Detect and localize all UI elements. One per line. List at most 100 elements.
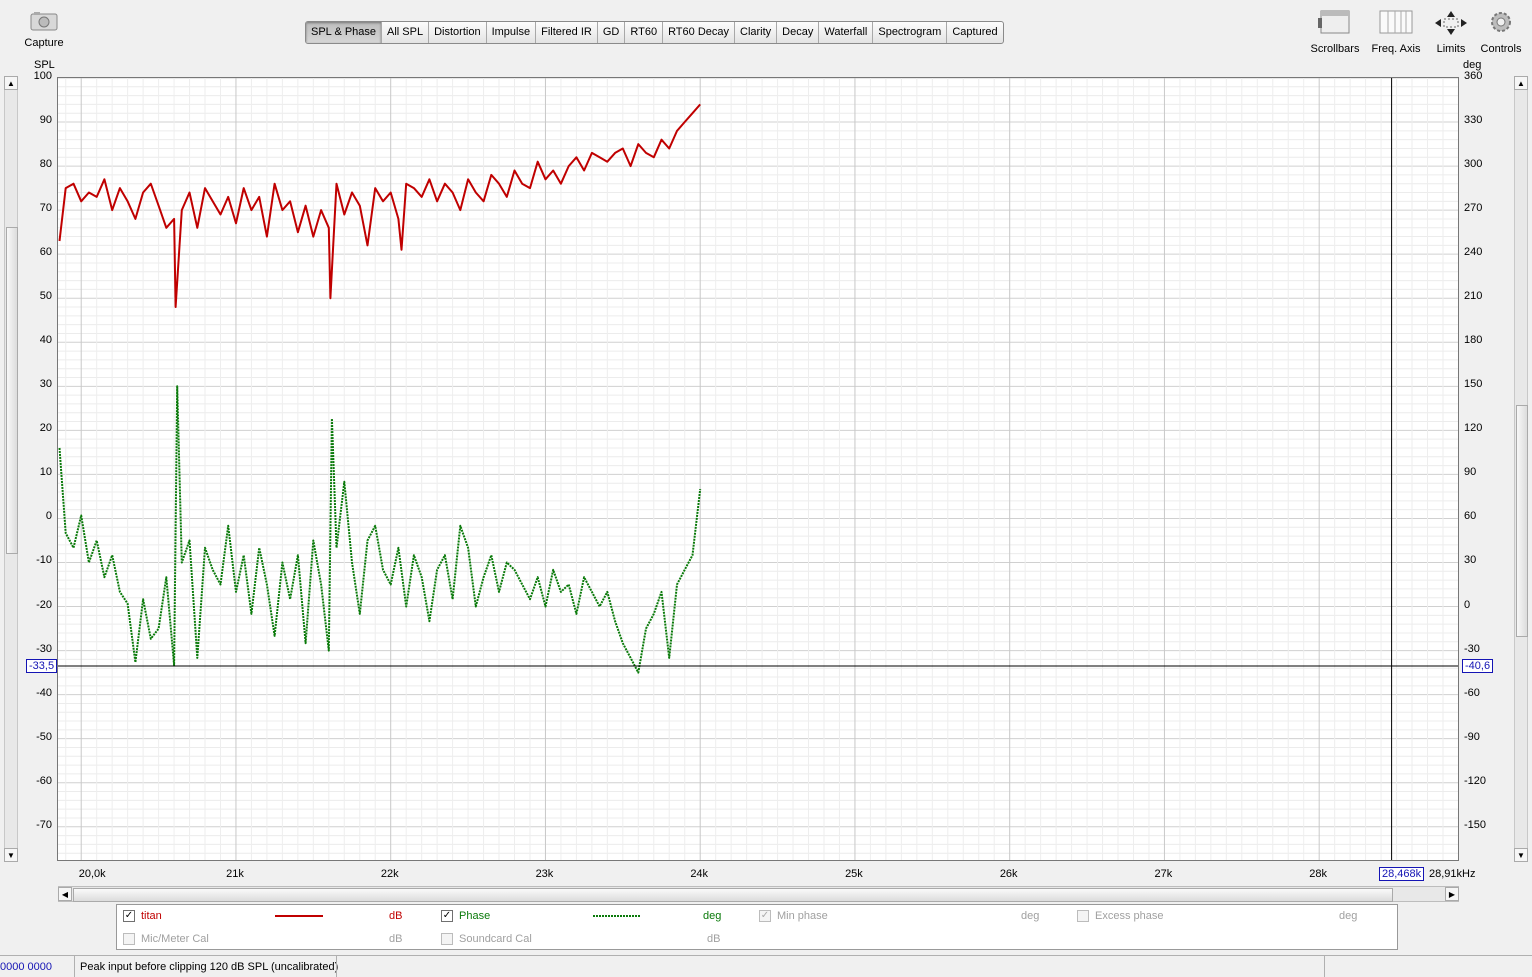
x-tick-label: 28k: [1309, 868, 1328, 880]
phase-line-sample: [593, 915, 641, 917]
left-tick-label: 70: [39, 202, 52, 215]
tab-captured[interactable]: Captured: [947, 22, 1002, 43]
freq-axis-label: Freq. Axis: [1371, 43, 1421, 55]
left-tick-label: 100: [33, 70, 52, 82]
right-tick-label: -120: [1464, 774, 1487, 787]
tab-rt60-decay[interactable]: RT60 Decay: [663, 22, 735, 43]
camera-icon: [20, 10, 68, 35]
scroll-down-arrow[interactable]: ▼: [1514, 848, 1528, 862]
right-tick-label: 330: [1464, 114, 1483, 127]
controls-button[interactable]: Controls: [1478, 8, 1524, 55]
titan-label: titan: [141, 910, 162, 922]
right-tick-label: 240: [1464, 246, 1483, 259]
tab-all-spl[interactable]: All SPL: [382, 22, 430, 43]
left-tick-label: 60: [39, 246, 52, 259]
scroll-thumb[interactable]: [1516, 405, 1528, 637]
min-phase-label: Min phase: [777, 910, 828, 922]
x-tick-label: 20,0k: [78, 868, 106, 880]
scroll-thumb[interactable]: [73, 888, 1393, 902]
tab-spl-phase[interactable]: SPL & Phase: [306, 22, 383, 43]
left-tick-label: 80: [39, 158, 52, 171]
x-tick-label: 27k: [1154, 868, 1173, 880]
x-tick-label: 26k: [999, 868, 1018, 880]
cursor-right-value: -40,6: [1462, 659, 1494, 673]
cursor-left-value: -33,5: [26, 659, 58, 673]
right-tick-label: 150: [1464, 378, 1483, 391]
right-tick-label: 90: [1464, 466, 1477, 479]
scrollbars-button[interactable]: Scrollbars: [1308, 8, 1362, 55]
limits-icon: [1430, 8, 1472, 41]
right-tick-label: 270: [1464, 202, 1483, 215]
phase-unit: deg: [703, 910, 722, 922]
left-tick-label: 10: [39, 466, 52, 479]
tab-rt60[interactable]: RT60: [625, 22, 664, 43]
right-tick-label: 210: [1464, 290, 1483, 303]
tab-clarity[interactable]: Clarity: [735, 22, 778, 43]
toolbar: Capture SPL & Phase All SPL Distortion Impu…: [0, 0, 1532, 60]
tab-decay[interactable]: Decay: [777, 22, 820, 43]
phase-checkbox[interactable]: ✓: [441, 910, 453, 922]
right-tick-label: 30: [1464, 554, 1477, 567]
left-tick-label: -40: [36, 686, 52, 699]
mic-meter-cal-unit: dB: [389, 933, 403, 945]
left-tick-label: 30: [39, 378, 52, 391]
right-tick-label: 360: [1464, 70, 1483, 82]
scroll-right-arrow[interactable]: ▶: [1445, 887, 1459, 901]
tab-waterfall[interactable]: Waterfall: [819, 22, 874, 43]
soundcard-cal-checkbox[interactable]: [441, 933, 453, 945]
series-line-phase: [58, 385, 702, 674]
capture-label: Capture: [24, 37, 64, 49]
tab-impulse[interactable]: Impulse: [487, 22, 537, 43]
scroll-down-arrow[interactable]: ▼: [4, 848, 18, 862]
scrollbars-label: Scrollbars: [1310, 43, 1360, 55]
status-bar: 0000 0000 Peak input before clipping 120…: [0, 955, 1532, 977]
spl-phase-plot[interactable]: [57, 77, 1459, 861]
x-axis-end-label: 28,91kHz: [1429, 868, 1476, 880]
right-tick-label: 180: [1464, 334, 1483, 347]
left-tick-label: -70: [36, 818, 52, 831]
scrollbars-icon: [1308, 8, 1362, 41]
tab-distortion[interactable]: Distortion: [429, 22, 487, 43]
x-tick-label: 21k: [226, 868, 244, 880]
left-tick-label: 50: [39, 290, 52, 303]
right-tick-label: 300: [1464, 158, 1483, 171]
freq-axis-icon: [1368, 8, 1424, 41]
mic-meter-cal-checkbox[interactable]: [123, 933, 135, 945]
left-tick-label: -60: [36, 774, 52, 787]
right-tick-label: -30: [1464, 642, 1480, 655]
left-tick-label: 0: [45, 510, 52, 523]
tab-gd[interactable]: GD: [598, 22, 626, 43]
scroll-left-arrow[interactable]: ◀: [58, 887, 72, 901]
right-tick-label: -60: [1464, 686, 1480, 699]
cursor-x-value: 28,468k: [1379, 867, 1425, 881]
freq-axis-button[interactable]: Freq. Axis: [1368, 8, 1424, 55]
limits-label: Limits: [1436, 43, 1466, 55]
excess-phase-checkbox[interactable]: [1077, 910, 1089, 922]
scroll-up-arrow[interactable]: ▲: [1514, 76, 1528, 90]
limits-button[interactable]: Limits: [1430, 8, 1472, 55]
gear-icon: [1478, 8, 1524, 41]
mic-meter-cal-label: Mic/Meter Cal: [141, 933, 209, 945]
excess-phase-unit: deg: [1339, 910, 1358, 922]
legend-panel: ✓ titan dB ✓ Phase deg ✓ Min phase deg E…: [116, 904, 1398, 950]
x-tick-label: 23k: [535, 868, 554, 880]
tab-spectrogram[interactable]: Spectrogram: [873, 22, 948, 43]
titan-unit: dB: [389, 910, 403, 922]
min-phase-checkbox[interactable]: ✓: [759, 910, 771, 922]
excess-phase-label: Excess phase: [1095, 910, 1164, 922]
phase-label: Phase: [459, 910, 491, 922]
titan-line-sample: [275, 915, 323, 917]
titan-checkbox[interactable]: ✓: [123, 910, 135, 922]
min-phase-unit: deg: [1021, 910, 1040, 922]
right-tick-label: 0: [1464, 598, 1471, 611]
left-tick-label: -30: [36, 642, 52, 655]
scroll-thumb[interactable]: [6, 227, 18, 554]
controls-label: Controls: [1480, 43, 1522, 55]
x-tick-label: 25k: [845, 868, 863, 880]
status-code: 0000 0000: [0, 961, 52, 973]
capture-button[interactable]: Capture: [20, 10, 68, 49]
chart-svg: [58, 78, 1458, 860]
right-vertical-scrollbar[interactable]: ▲ ▼: [1514, 76, 1528, 862]
horizontal-scrollbar[interactable]: ◀ ▶: [58, 886, 1459, 902]
tab-filtered-ir[interactable]: Filtered IR: [536, 22, 598, 43]
